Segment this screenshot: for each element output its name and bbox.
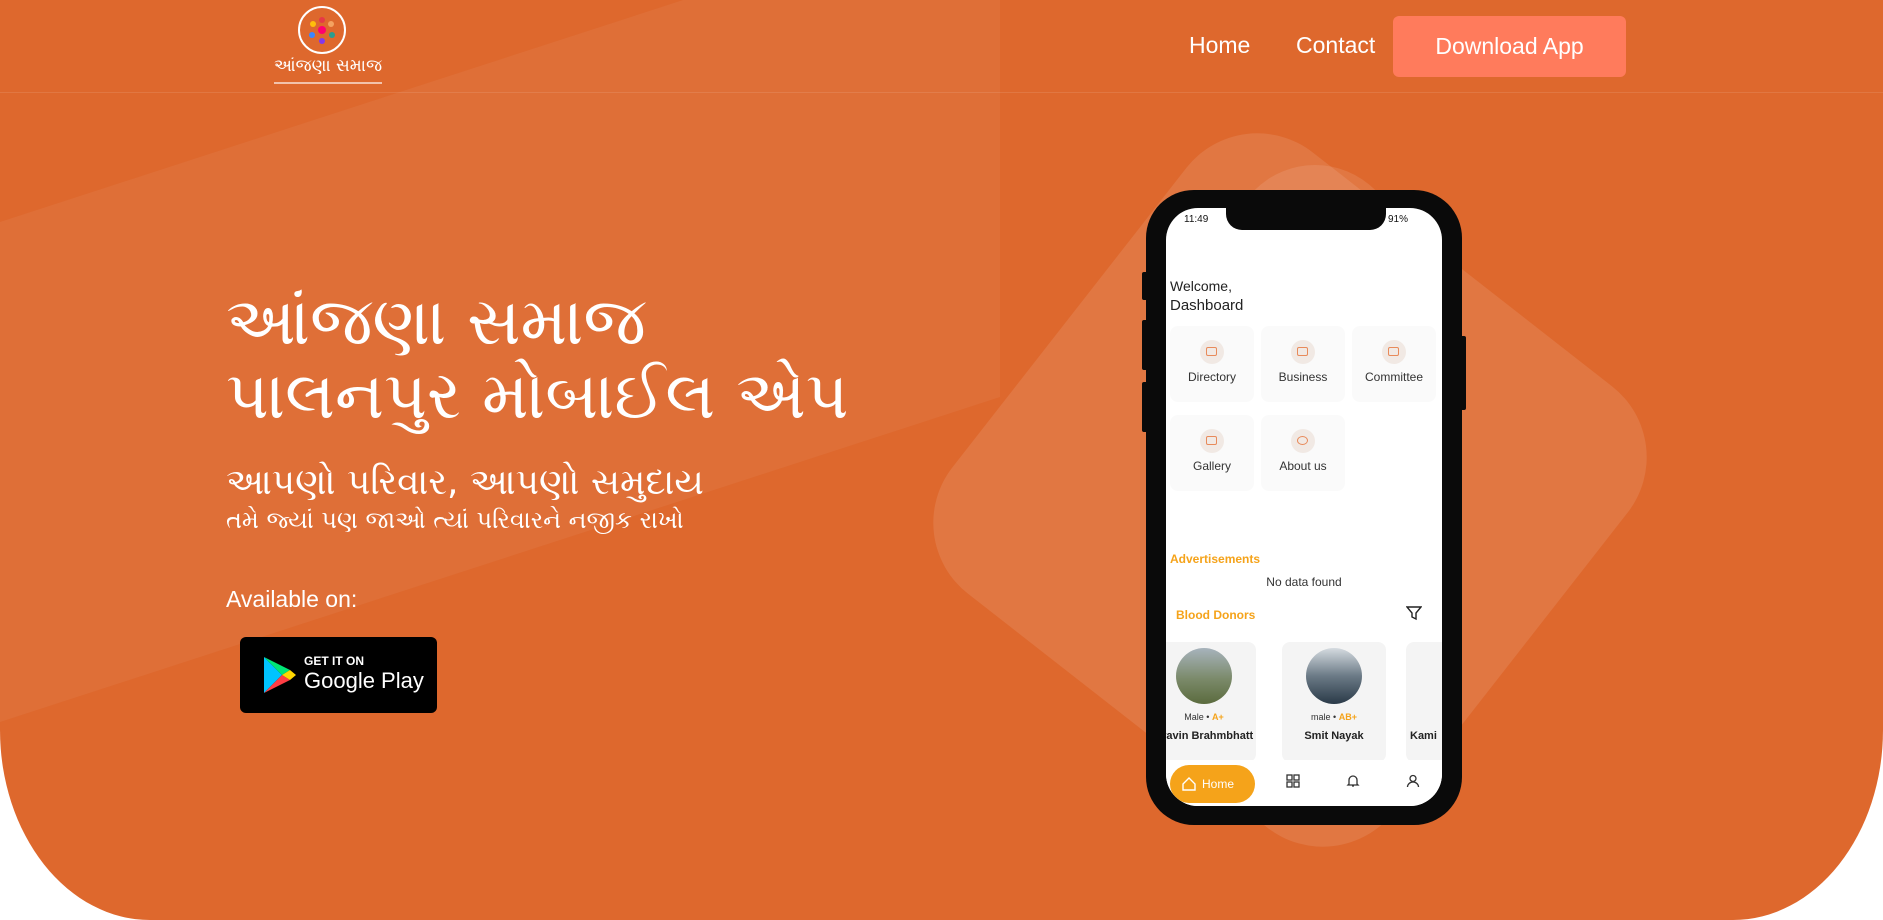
advertisements-heading: Advertisements [1170,552,1261,566]
bell-icon[interactable] [1346,774,1360,788]
hero-tagline: આપણો પરિવાર, આપણો સમુદાય [226,462,704,503]
donor-name: Pravin Brahmbhatt [1166,730,1254,742]
image-icon [1200,429,1224,453]
phone-notch [1226,208,1386,230]
store-small-text: GET IT ON [304,654,364,668]
tab-home[interactable]: Home [1170,765,1255,803]
phone-side-button [1142,320,1148,370]
tile-committee[interactable]: Committee [1352,326,1436,402]
info-icon [1291,429,1315,453]
phone-screen: 11:49 91% Welcome, Dashboard Directory B… [1166,208,1442,806]
available-on-label: Available on: [226,586,358,612]
bottom-tab-bar: Home [1166,760,1442,806]
filter-icon[interactable] [1406,605,1422,621]
dashboard-title: Dashboard [1170,297,1244,314]
briefcase-icon [1382,340,1406,364]
briefcase-icon [1291,340,1315,364]
donor-gender-blood: male • AB+ [1311,712,1357,722]
tile-label: Gallery [1192,459,1231,473]
google-play-badge[interactable]: GET IT ON Google Play [240,637,437,713]
store-name-text: Google Play [304,668,424,693]
blood-donors-heading: Blood Donors [1176,608,1256,622]
site-logo[interactable]: આંજણા સમાજ [268,6,388,88]
user-icon[interactable] [1406,774,1420,788]
hero-title-line1: આંજણા સમાજ [226,283,646,360]
tile-label: Committee [1364,370,1423,384]
welcome-text: Welcome, [1170,278,1232,294]
hero-subtagline: તમે જ્યાં પણ જાઓ ત્યાં પરિવારને નજીક રાખ… [226,506,684,534]
tile-label: About us [1279,459,1327,473]
avatar [1306,648,1362,704]
hero-section: આંજણા સમાજ Home Contact Download App આંજ… [0,0,1883,920]
donor-name: Kami [1410,730,1437,742]
hero-title: આંજણા સમાજ પાલનપુર મોબાઈલ એપ [226,285,849,433]
tile-label: Directory [1187,370,1236,384]
status-time: 11:49 [1184,214,1209,225]
google-play-icon [264,657,296,693]
logo-text: આંજણા સમાજ [273,56,383,76]
logo-emblem [298,6,346,54]
nav-home-link[interactable]: Home [1189,32,1250,59]
donor-name: Smit Nayak [1304,730,1364,742]
tab-home-label: Home [1202,777,1235,791]
logo-subline [274,82,382,84]
donor-card[interactable]: Kami [1406,642,1442,762]
tile-label: Business [1278,370,1328,384]
tile-about-us[interactable]: About us [1261,415,1345,491]
tile-directory[interactable]: Directory [1170,326,1254,402]
phone-side-button [1460,336,1466,410]
status-battery: 91% [1388,214,1409,225]
grid-icon[interactable] [1286,774,1300,788]
phone-mockup: 11:49 91% Welcome, Dashboard Directory B… [1142,190,1466,825]
hero-title-line2: પાલનપુર મોબાઈલ એપ [226,357,849,434]
home-icon [1182,777,1196,791]
tile-business[interactable]: Business [1261,326,1345,402]
donor-card[interactable]: Male • A+ Pravin Brahmbhatt [1166,642,1256,762]
phone-side-button [1142,272,1148,300]
donor-card[interactable]: male • AB+ Smit Nayak [1282,642,1386,762]
download-app-button[interactable]: Download App [1393,16,1626,77]
nav-contact-link[interactable]: Contact [1296,32,1375,59]
phone-side-button [1142,382,1148,432]
id-card-icon [1200,340,1224,364]
tile-gallery[interactable]: Gallery [1170,415,1254,491]
donor-gender-blood: Male • A+ [1184,712,1224,722]
avatar [1176,648,1232,704]
no-data-text: No data found [1266,575,1342,589]
top-navbar: આંજણા સમાજ Home Contact Download App [0,0,1883,93]
